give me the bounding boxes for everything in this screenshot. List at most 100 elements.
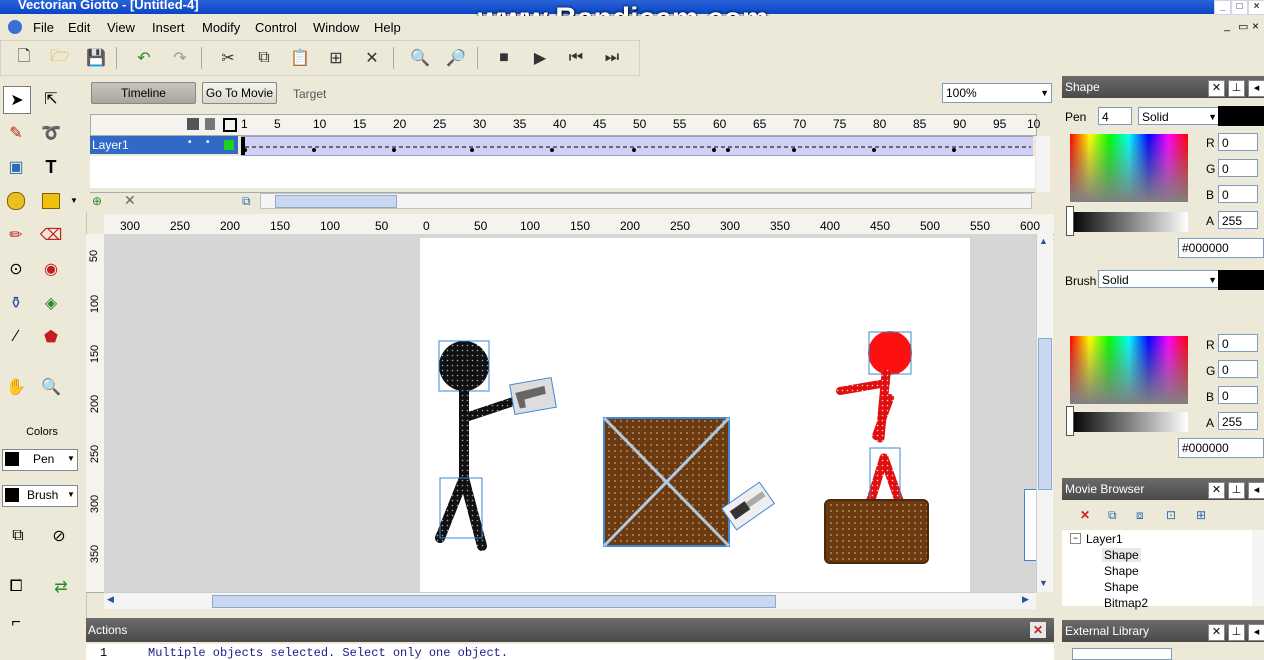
pen-color-spectrum[interactable] [1070, 134, 1188, 202]
magnifier-tool-icon[interactable]: 🔍 [38, 374, 64, 400]
paint-bucket-icon[interactable]: ◈ [38, 290, 64, 316]
stage-vscroll[interactable]: ▲ ▼ [1036, 234, 1053, 592]
eye-icon[interactable] [187, 118, 199, 130]
eraser-icon[interactable]: ⬟ [38, 324, 64, 350]
paste-special-icon[interactable]: ⊞ [325, 47, 347, 69]
menu-help[interactable]: Help [374, 20, 401, 35]
red-stick-figure[interactable] [836, 331, 912, 508]
shape-dropdown-icon[interactable]: ▼ [70, 196, 78, 205]
text-tool-icon[interactable]: T [38, 154, 64, 180]
tree-layer[interactable]: Layer1 [1086, 532, 1123, 546]
straighten-icon[interactable]: ⌐ [3, 610, 29, 636]
layer-frames[interactable] [241, 136, 1033, 156]
cut-icon[interactable]: ✂ [217, 47, 239, 69]
delete-layer-icon[interactable]: ✕ [124, 192, 136, 209]
outline-icon[interactable] [223, 118, 237, 132]
pen-color-select[interactable]: Pen ▼ [2, 449, 78, 471]
movie-browser-close-icon[interactable]: ✕ [1208, 482, 1225, 499]
external-library-menu-icon[interactable]: ◂ [1248, 624, 1264, 641]
open-folder-icon[interactable]: 🗁 [49, 47, 71, 69]
paste-icon[interactable]: 📋 [289, 47, 311, 69]
tab-timeline[interactable]: Timeline [91, 82, 196, 104]
minimize-button[interactable]: _ [1214, 0, 1231, 15]
stage-hscroll[interactable]: ◀ ▶ [104, 592, 1036, 609]
menu-view[interactable]: View [107, 20, 135, 35]
brush-a-input[interactable]: 255 [1218, 412, 1258, 430]
mdi-close-icon[interactable]: × [1252, 19, 1259, 33]
ink-bottle-icon[interactable]: ⚱ [3, 290, 29, 316]
convert-icon[interactable]: ⊞ [1196, 508, 1206, 522]
timeline-vscroll[interactable] [1036, 136, 1050, 192]
lock-icon[interactable] [205, 118, 215, 130]
rectangle-tool-icon[interactable] [38, 188, 64, 214]
close-button[interactable]: × [1248, 0, 1264, 15]
zoom-select[interactable]: 100% ▼ [942, 83, 1052, 103]
pen-hex-input[interactable]: #000000 [1178, 238, 1264, 258]
collapse-icon[interactable]: − [1070, 533, 1081, 544]
brush-r-input[interactable]: 0 [1218, 334, 1258, 352]
undo-icon[interactable]: ↶ [133, 47, 155, 69]
delete-icon[interactable]: ✕ [361, 47, 383, 69]
group-icon[interactable]: ⧈ [1136, 508, 1144, 523]
brush-style-select[interactable]: Solid ▼ [1098, 270, 1220, 288]
stage-area[interactable] [104, 234, 1036, 592]
black-stick-figure[interactable] [435, 340, 557, 551]
redo-icon[interactable]: ↷ [169, 47, 191, 69]
ellipse-tool-icon[interactable] [3, 188, 29, 214]
ungroup-icon[interactable]: ⊡ [1166, 508, 1176, 522]
gradient-tool-icon[interactable]: ◉ [38, 256, 64, 282]
tree-item[interactable]: Bitmap2 [1104, 596, 1148, 610]
crate-shape[interactable] [602, 416, 731, 548]
brush-color-spectrum[interactable] [1070, 336, 1188, 404]
zoom-in-icon[interactable]: 🔍 [409, 47, 431, 69]
pen-gray-ramp[interactable] [1070, 212, 1188, 232]
menu-control[interactable]: Control [255, 20, 297, 35]
onion-skin-icon[interactable]: ⧉ [242, 194, 251, 209]
pen-tool-icon[interactable]: ✏ [3, 222, 29, 248]
brush-hex-input[interactable]: #000000 [1178, 438, 1264, 458]
pen-alpha-slider[interactable] [1066, 206, 1074, 236]
no-color-icon[interactable]: ⊘ [44, 521, 74, 551]
subselect-tool-icon[interactable]: ⇱ [38, 86, 64, 112]
lasso-tool-icon[interactable]: ➰ [38, 120, 64, 146]
go-to-movie-button[interactable]: Go To Movie [202, 82, 277, 104]
eyedropper-icon[interactable]: ⁄ [3, 324, 29, 350]
new-file-icon[interactable]: 🗋 [13, 47, 35, 69]
offstage-object[interactable] [1024, 489, 1036, 561]
menu-file[interactable]: File [33, 20, 54, 35]
brush-alpha-slider[interactable] [1066, 406, 1074, 436]
hand-tool-icon[interactable]: ✋ [3, 374, 29, 400]
fast-forward-icon[interactable]: ⏭ [601, 47, 623, 69]
maximize-button[interactable]: □ [1231, 0, 1248, 15]
add-layer-icon[interactable]: ⊕ [92, 194, 102, 208]
pen-width-input[interactable]: 4 [1098, 107, 1132, 125]
shape-panel-pin-icon[interactable]: ⊥ [1228, 80, 1245, 97]
shape-panel-close-icon[interactable]: ✕ [1208, 80, 1225, 97]
pen-a-input[interactable]: 255 [1218, 211, 1258, 229]
mdi-restore-icon[interactable]: ▭ [1238, 20, 1248, 33]
brush-gray-ramp[interactable] [1070, 412, 1188, 432]
arrow-tool-icon[interactable]: ➤ [3, 86, 31, 114]
transform-tool-icon[interactable]: ⊙ [3, 256, 29, 282]
pen-g-input[interactable]: 0 [1218, 159, 1258, 177]
pen-b-input[interactable]: 0 [1218, 185, 1258, 203]
layer-row[interactable]: Layer1 • • [90, 136, 238, 154]
brush-color-swatch[interactable] [1218, 270, 1264, 290]
duplicate-icon[interactable]: ⧉ [1108, 508, 1117, 523]
small-crate-shape[interactable] [824, 499, 929, 564]
menu-insert[interactable]: Insert [152, 20, 185, 35]
movie-browser-menu-icon[interactable]: ◂ [1248, 482, 1264, 499]
swap-colors-icon[interactable]: ⧉ [3, 521, 33, 551]
save-icon[interactable]: 💾 [85, 47, 107, 69]
menu-edit[interactable]: Edit [68, 20, 90, 35]
brush-b-input[interactable]: 0 [1218, 386, 1258, 404]
movie-browser-pin-icon[interactable]: ⊥ [1228, 482, 1245, 499]
mdi-minimize-icon[interactable]: _ [1224, 20, 1230, 32]
pencil-tool-icon[interactable]: ✎ [3, 120, 29, 146]
rewind-icon[interactable]: ⏮ [565, 47, 587, 69]
zoom-out-icon[interactable]: 🔎 [445, 47, 467, 69]
pen-style-select[interactable]: Solid ▼ [1138, 107, 1220, 125]
timeline-hscroll[interactable] [260, 193, 1032, 209]
brush-color-select[interactable]: Brush ▼ [2, 485, 78, 507]
tree-item[interactable]: Shape [1102, 548, 1141, 562]
